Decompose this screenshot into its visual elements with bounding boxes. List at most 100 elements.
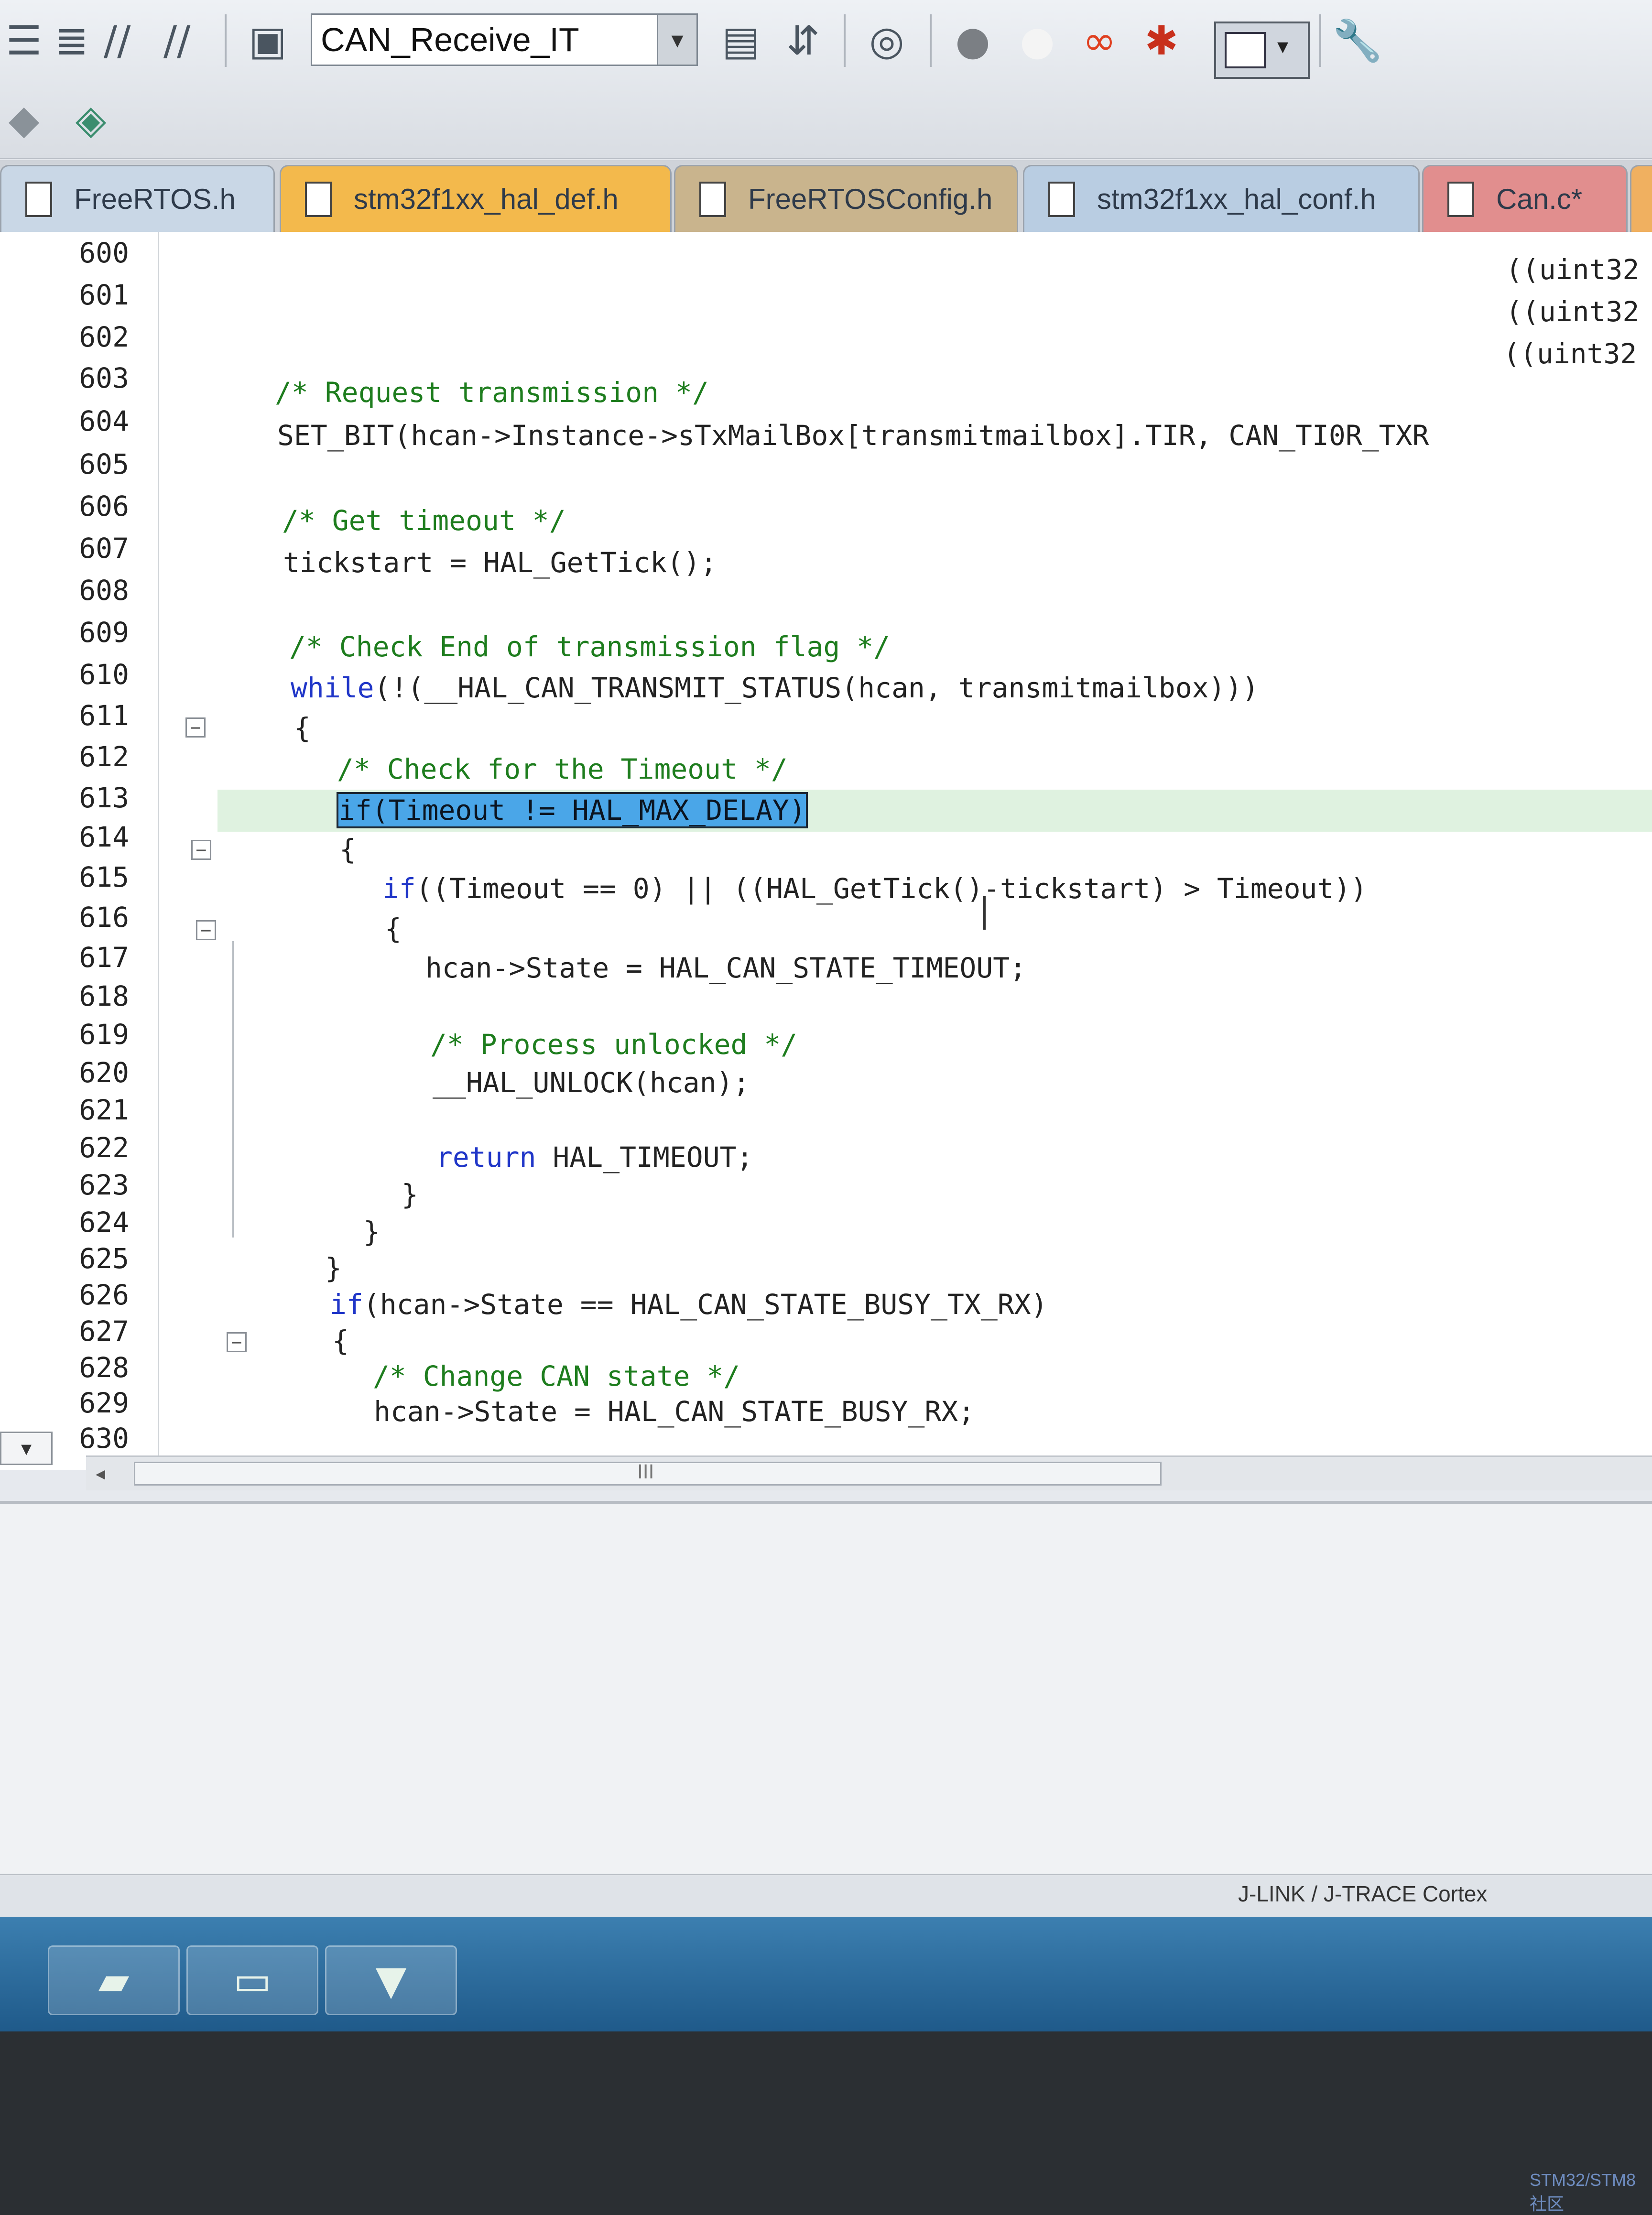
tab-label: FreeRTOSConfig.h: [748, 183, 993, 215]
tab-hal-conf-h[interactable]: stm32f1xx_hal_conf.h: [1023, 165, 1420, 232]
comment-text: /* Get timeout */: [282, 504, 566, 537]
keil-uvision-icon[interactable]: ▼: [325, 1945, 457, 2015]
tab-can-c[interactable]: Can.c*: [1422, 165, 1628, 232]
tab-label: stm32f1xx_hal_def.h: [354, 183, 619, 215]
line-number: 609: [79, 616, 129, 649]
line-number: 610: [79, 658, 129, 691]
code-line: hcan->State = HAL_CAN_STATE_TIMEOUT;: [425, 952, 1027, 984]
line-number: 617: [79, 941, 129, 974]
code-editor[interactable]: 600 601 602 603 604 605 606 607 608 609 …: [0, 232, 1652, 1490]
scroll-down-icon[interactable]: ▾: [0, 1432, 53, 1465]
line-number: 601: [79, 279, 129, 311]
code-text: ((Timeout == 0) || ((HAL_GetTick()-ticks…: [415, 872, 1368, 905]
computer-app-icon[interactable]: ▭: [186, 1945, 318, 2015]
tab-overflow[interactable]: [1630, 165, 1652, 232]
code-line: /* Check End of transmission flag */: [289, 630, 890, 663]
code-line: }: [325, 1252, 342, 1284]
line-number: 621: [79, 1094, 129, 1126]
tab-label: FreeRTOS.h: [74, 183, 236, 215]
comment-icon[interactable]: //: [93, 14, 141, 67]
line-number: 618: [79, 980, 129, 1012]
code-line: {: [385, 912, 402, 945]
tab-freertos-h[interactable]: FreeRTOS.h: [0, 165, 275, 232]
selected-text[interactable]: if(Timeout != HAL_MAX_DELAY): [337, 792, 808, 828]
debug-icon[interactable]: ◎: [863, 14, 911, 67]
file-icon: [25, 181, 52, 217]
line-number: 625: [79, 1242, 129, 1275]
code-line: /* Change CAN state */: [373, 1360, 740, 1392]
breakpoint-off-icon[interactable]: ●: [1013, 14, 1061, 67]
comment-text: /* Process unlocked */: [430, 1028, 798, 1061]
line-number: 600: [79, 237, 129, 269]
code-line: {: [294, 712, 311, 744]
debugger-status: J-LINK / J-TRACE Cortex: [1238, 1881, 1488, 1906]
code-line: ((uint32: [1503, 337, 1637, 370]
editor-tabs: FreeRTOS.h stm32f1xx_hal_def.h FreeRTOSC…: [0, 160, 1652, 232]
toolbar-separator: [930, 14, 932, 67]
code-text: (hcan->State == HAL_CAN_STATE_BUSY_TX_RX…: [363, 1288, 1048, 1321]
line-number: 604: [79, 405, 129, 437]
horizontal-scrollbar[interactable]: III: [86, 1455, 1652, 1490]
code-line: /* Check for the Timeout */: [337, 753, 788, 785]
code-line: /* Request transmission */: [275, 376, 709, 409]
line-number: 619: [79, 1018, 129, 1051]
comment-text: /* Check for the Timeout */: [337, 753, 788, 785]
translate-icon[interactable]: ◆: [0, 93, 48, 146]
code-line[interactable]: if(Timeout != HAL_MAX_DELAY): [337, 792, 808, 828]
file-icon: [1447, 181, 1474, 217]
comment-text: /* Check End of transmission flag */: [289, 630, 891, 663]
chevron-down-icon[interactable]: ▾: [657, 15, 696, 65]
status-bar: J-LINK / J-TRACE Cortex: [0, 1874, 1652, 1918]
disable-breakpoints-icon[interactable]: ✱: [1138, 14, 1185, 67]
breakpoint-icon[interactable]: ●: [949, 14, 997, 67]
code-line: return HAL_TIMEOUT;: [436, 1141, 753, 1173]
line-number: 622: [79, 1131, 129, 1164]
line-number: 628: [79, 1351, 129, 1384]
tab-hal-def-h[interactable]: stm32f1xx_hal_def.h: [280, 165, 672, 232]
line-number: 611: [79, 699, 129, 732]
toolbar-separator: [1319, 14, 1321, 67]
uncomment-icon[interactable]: //: [153, 14, 201, 67]
fold-toggle-icon[interactable]: −: [196, 920, 216, 940]
line-number: 608: [79, 574, 129, 607]
indent-icon[interactable]: ☰: [0, 14, 48, 67]
window-layout-button[interactable]: ▾: [1214, 22, 1310, 79]
code-line: ((uint32: [1506, 295, 1640, 328]
tab-freertosconfig-h[interactable]: FreeRTOSConfig.h: [674, 165, 1018, 232]
line-number: 606: [79, 490, 129, 522]
code-line: SET_BIT(hcan->Instance->sTxMailBox[trans…: [277, 419, 1429, 452]
fold-toggle-icon[interactable]: −: [191, 840, 211, 860]
options-icon[interactable]: ▣: [244, 14, 292, 67]
line-number: 620: [79, 1056, 129, 1089]
scrollbar-thumb[interactable]: III: [134, 1461, 1162, 1486]
keyword: while: [291, 672, 374, 704]
toolbar-separator: [844, 14, 846, 67]
manage-icon[interactable]: ▤: [717, 14, 765, 67]
outdent-icon[interactable]: ≣: [48, 14, 96, 67]
code-text: (!(__HAL_CAN_TRANSMIT_STATUS(hcan, trans…: [374, 672, 1259, 704]
scroll-left-icon[interactable]: ◂: [96, 1463, 105, 1485]
target-select[interactable]: CAN_Receive_IT ▾: [311, 13, 698, 66]
code-line: }: [363, 1216, 380, 1248]
kill-breakpoints-icon[interactable]: ∞: [1076, 14, 1123, 67]
chip-app-icon[interactable]: ▰: [48, 1945, 180, 2015]
code-line: __HAL_UNLOCK(hcan);: [433, 1066, 750, 1099]
build-icon[interactable]: ◈: [67, 93, 115, 146]
line-number: 626: [79, 1279, 129, 1311]
line-number: 614: [79, 821, 129, 853]
fold-toggle-icon[interactable]: −: [227, 1332, 247, 1352]
fold-toggle-icon[interactable]: −: [185, 717, 206, 738]
code-line: {: [332, 1325, 349, 1357]
code-line: while(!(__HAL_CAN_TRANSMIT_STATUS(hcan, …: [291, 672, 1259, 704]
line-number: 607: [79, 532, 129, 565]
comment-text: /* Change CAN state */: [373, 1360, 740, 1392]
load-icon[interactable]: ⇵: [779, 14, 827, 67]
line-number: 615: [79, 861, 129, 893]
file-icon: [305, 181, 332, 217]
code-text: HAL_TIMEOUT;: [536, 1141, 753, 1173]
taskbar: ▰ ▭ ▼: [0, 1917, 1652, 2031]
settings-icon[interactable]: 🔧: [1333, 14, 1383, 67]
line-number: 627: [79, 1315, 129, 1347]
line-number: 603: [79, 362, 129, 394]
text-cursor-icon: [983, 896, 986, 930]
